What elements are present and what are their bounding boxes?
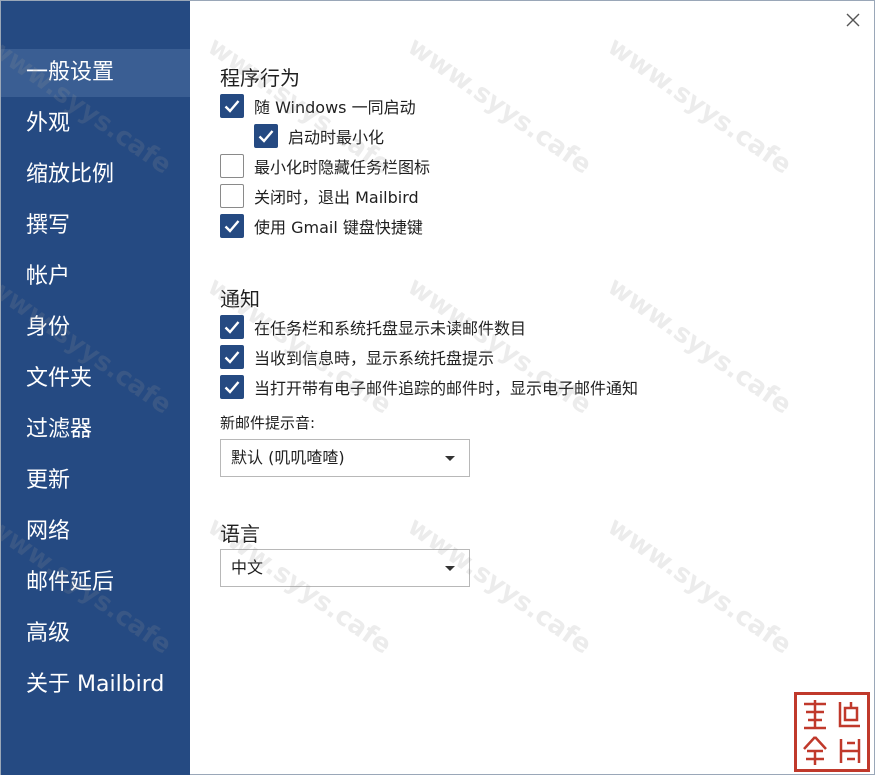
seal-glyph: [832, 732, 867, 769]
option-tray-tip[interactable]: 当收到信息時，显示系统托盘提示: [220, 344, 494, 370]
option-label: 随 Windows 一同启动: [254, 98, 416, 117]
sidebar-item-appearance[interactable]: 外观: [1, 100, 190, 148]
checkmark-icon: [224, 321, 240, 334]
section-title-notifications: 通知: [220, 287, 260, 311]
chevron-down-icon: [445, 566, 455, 571]
sidebar-item-snooze[interactable]: 邮件延后: [1, 559, 190, 607]
sound-label: 新邮件提示音:: [220, 414, 316, 432]
sidebar-item-label: 帐户: [26, 264, 71, 289]
sidebar-item-updates[interactable]: 更新: [1, 457, 190, 505]
option-hide-taskbar-icon[interactable]: 最小化时隐藏任务栏图标: [220, 153, 430, 179]
settings-sidebar: 一般设置 外观 缩放比例 撰写 帐户 身份 文件夹 过滤器 更新 网络 邮件延后…: [1, 1, 190, 775]
seal-glyph: [797, 695, 832, 732]
option-start-minimized[interactable]: 启动时最小化: [254, 123, 384, 149]
option-label: 当收到信息時，显示系统托盘提示: [254, 349, 495, 368]
option-tracking-notification[interactable]: 当打开带有电子邮件追踪的邮件时，显示电子邮件通知: [220, 374, 638, 400]
chevron-down-icon: [445, 456, 455, 461]
sidebar-item-label: 关于 Mailbird: [26, 672, 165, 697]
language-select-value: 中文: [231, 558, 264, 577]
sound-select-value: 默认 (叽叽喳喳): [231, 448, 345, 467]
settings-content: 程序行为 随 Windows 一同启动 启动时最小化 最小化时隐藏任务栏图标 关…: [190, 1, 874, 774]
checkbox-unchecked[interactable]: [220, 184, 244, 208]
option-label: 启动时最小化: [288, 128, 385, 147]
checkbox-checked[interactable]: [220, 94, 244, 118]
option-label: 关闭时，退出 Mailbird: [254, 188, 419, 207]
sidebar-item-advanced[interactable]: 高级: [1, 610, 190, 658]
option-label: 在任务栏和系统托盘显示未读邮件数目: [254, 319, 527, 338]
option-exit-on-close[interactable]: 关闭时，退出 Mailbird: [220, 183, 419, 209]
sidebar-item-network[interactable]: 网络: [1, 508, 190, 556]
option-gmail-shortcuts[interactable]: 使用 Gmail 键盘快捷键: [220, 213, 423, 239]
close-icon: [844, 11, 862, 29]
checkbox-checked[interactable]: [220, 315, 244, 339]
sidebar-item-label: 高级: [26, 621, 71, 646]
option-label: 最小化时隐藏任务栏图标: [254, 158, 431, 177]
checkbox-checked[interactable]: [220, 375, 244, 399]
sidebar-item-general[interactable]: 一般设置: [1, 49, 190, 97]
sidebar-item-identities[interactable]: 身份: [1, 304, 190, 352]
section-title-program-behavior: 程序行为: [220, 66, 300, 90]
checkmark-icon: [258, 130, 274, 143]
option-label: 当打开带有电子邮件追踪的邮件时，显示电子邮件通知: [254, 379, 639, 398]
checkmark-icon: [224, 100, 240, 113]
checkbox-checked[interactable]: [220, 214, 244, 238]
seal-stamp: [794, 692, 870, 772]
seal-glyph: [832, 695, 867, 732]
sidebar-item-label: 网络: [26, 519, 71, 544]
sidebar-item-label: 邮件延后: [26, 570, 115, 595]
sidebar-item-label: 外观: [26, 111, 71, 136]
checkmark-icon: [224, 220, 240, 233]
sidebar-item-label: 过滤器: [26, 417, 93, 442]
language-select[interactable]: 中文: [220, 549, 470, 587]
sidebar-item-accounts[interactable]: 帐户: [1, 253, 190, 301]
sidebar-item-about[interactable]: 关于 Mailbird: [1, 661, 190, 709]
sidebar-item-scaling[interactable]: 缩放比例: [1, 151, 190, 199]
option-start-with-windows[interactable]: 随 Windows 一同启动: [220, 93, 416, 119]
sidebar-item-folders[interactable]: 文件夹: [1, 355, 190, 403]
option-unread-count[interactable]: 在任务栏和系统托盘显示未读邮件数目: [220, 314, 526, 340]
section-title-language: 语言: [220, 522, 260, 546]
seal-glyph: [797, 732, 832, 769]
sidebar-item-label: 一般设置: [26, 60, 115, 85]
checkmark-icon: [224, 381, 240, 394]
sidebar-item-label: 撰写: [26, 213, 71, 238]
sidebar-item-compose[interactable]: 撰写: [1, 202, 190, 250]
option-label: 使用 Gmail 键盘快捷键: [254, 218, 423, 237]
settings-window: 一般设置 外观 缩放比例 撰写 帐户 身份 文件夹 过滤器 更新 网络 邮件延后…: [0, 0, 875, 775]
sidebar-item-label: 缩放比例: [26, 162, 115, 187]
checkbox-checked[interactable]: [220, 345, 244, 369]
checkbox-checked[interactable]: [254, 124, 278, 148]
close-button[interactable]: [844, 11, 862, 29]
checkbox-unchecked[interactable]: [220, 154, 244, 178]
sound-select[interactable]: 默认 (叽叽喳喳): [220, 439, 470, 477]
sidebar-item-filters[interactable]: 过滤器: [1, 406, 190, 454]
checkmark-icon: [224, 351, 240, 364]
sidebar-item-label: 文件夹: [26, 366, 93, 391]
sidebar-item-label: 身份: [26, 315, 71, 340]
sidebar-item-label: 更新: [26, 468, 71, 493]
